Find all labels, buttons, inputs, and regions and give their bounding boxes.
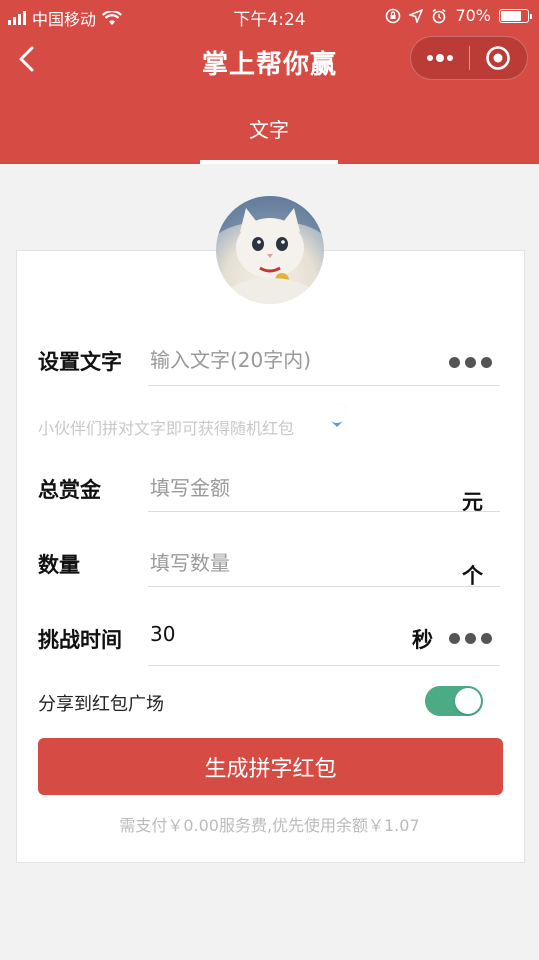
avatar — [216, 196, 324, 304]
tab-bar: 文字 — [0, 100, 539, 164]
challenge-time-input[interactable]: 30 — [150, 622, 175, 646]
orientation-lock-icon — [386, 8, 401, 23]
amount-input[interactable]: 填写金额 — [150, 472, 230, 501]
generate-button[interactable]: 生成拼字红包 — [38, 738, 503, 795]
share-label: 分享到红包广场 — [38, 694, 164, 715]
set-text-underline — [148, 385, 500, 386]
count-input[interactable]: 填写数量 — [150, 547, 230, 576]
location-icon — [409, 8, 424, 23]
battery-percent: 70% — [455, 6, 491, 25]
cat-avatar-image — [216, 196, 324, 304]
header: 中国移动 下午4:24 70% 掌上帮你赢 文字 — [0, 0, 539, 164]
count-underline — [148, 586, 500, 587]
amount-underline — [148, 511, 500, 512]
more-dots-icon — [426, 54, 453, 62]
close-mini-program-button[interactable] — [469, 36, 527, 80]
target-icon — [486, 46, 511, 70]
count-label: 数量 — [38, 553, 80, 577]
tab-text[interactable]: 文字 — [200, 114, 338, 143]
fee-note: 需支付￥0.00服务费,优先使用余额￥1.07 — [119, 816, 420, 835]
challenge-time-unit: 秒 — [412, 628, 433, 652]
text-more-button[interactable] — [449, 357, 492, 368]
more-button[interactable] — [411, 36, 469, 80]
tab-active-indicator — [200, 160, 338, 164]
set-text-label: 设置文字 — [38, 350, 122, 374]
challenge-time-label: 挑战时间 — [38, 628, 122, 652]
challenge-time-underline — [148, 665, 500, 666]
set-text-input[interactable]: 输入文字(20字内) — [150, 344, 311, 373]
svg-text:?: ? — [333, 406, 341, 422]
hint-text: 小伙伴们拼对文字即可获得随机红包 — [38, 419, 295, 438]
nav-bar: 掌上帮你赢 — [0, 36, 539, 82]
help-icon[interactable]: ? — [326, 402, 348, 428]
toggle-knob — [455, 688, 481, 714]
amount-label: 总赏金 — [38, 478, 101, 502]
alarm-icon — [432, 8, 446, 23]
mini-program-capsule — [410, 36, 528, 80]
battery-icon — [499, 8, 532, 23]
status-bar: 中国移动 下午4:24 70% — [0, 0, 539, 32]
time-more-button[interactable] — [449, 633, 492, 644]
share-toggle[interactable] — [425, 686, 483, 716]
status-right: 70% — [385, 6, 532, 25]
